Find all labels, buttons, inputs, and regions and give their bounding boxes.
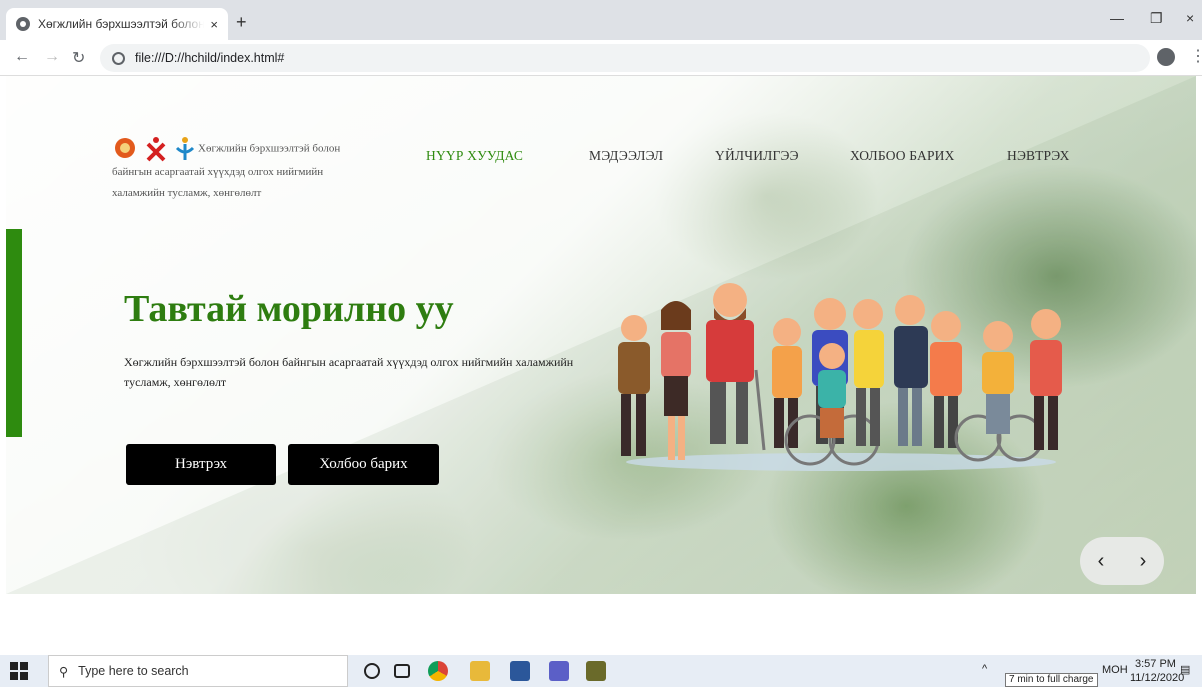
contact-button[interactable]: Холбоо барих (288, 444, 439, 485)
address-bar[interactable]: file:///D://hchild/index.html# (100, 44, 1150, 72)
prev-slide-button[interactable]: ‹ (1098, 550, 1105, 573)
file-explorer-icon[interactable] (470, 661, 490, 681)
nav-home[interactable]: НҮҮР ХУУДАС (426, 148, 523, 164)
menu-icon[interactable]: ⋮ (1190, 46, 1202, 66)
nav-info[interactable]: МЭДЭЭЛЭЛ (589, 148, 663, 164)
url-text: file:///D://hchild/index.html# (135, 51, 285, 65)
hero-subtitle: Хөгжлийн бэрхшээлтэй болон байнгын асарг… (124, 355, 574, 389)
video-editor-icon[interactable] (586, 661, 606, 681)
chrome-icon[interactable] (428, 661, 448, 681)
globe-icon (112, 51, 125, 65)
teams-icon[interactable] (549, 661, 569, 681)
battery-tooltip: 7 min to full charge (1005, 673, 1098, 687)
taskbar-search-input[interactable]: ⚲ Type here to search (48, 655, 348, 687)
tray-chevron-icon[interactable]: ^ (982, 663, 987, 675)
person-blue-icon (175, 137, 195, 160)
forward-arrow-icon[interactable]: → (44, 48, 60, 66)
language-indicator[interactable]: МОН (1102, 664, 1128, 676)
site-logo[interactable]: Хөгжлийн бэрхшээлтэй болон байнгын асарг… (112, 136, 352, 204)
tab-title: Хөгжлийн бэрхшээлтэй болон б (38, 17, 205, 31)
word-icon[interactable] (510, 661, 530, 681)
clock-time[interactable]: 3:57 PM (1135, 658, 1176, 670)
tab-close-button[interactable]: × (210, 17, 218, 32)
hero-title: Тавтай морилно уу (124, 288, 454, 330)
accent-bar (6, 229, 22, 437)
carousel-controls: ‹ › (1080, 537, 1164, 585)
logo-emblems (112, 136, 196, 162)
clock-date[interactable]: 11/12/2020 (1130, 672, 1184, 684)
new-tab-button[interactable]: + (236, 12, 247, 33)
task-view-icon[interactable] (394, 664, 410, 678)
globe-icon (16, 17, 30, 31)
minimize-button[interactable]: — (1110, 10, 1124, 26)
browser-tab-strip: Хөгжлийн бэрхшээлтэй болон б × + — ❐ × (0, 0, 1202, 40)
search-icon: ⚲ (59, 664, 69, 679)
login-button[interactable]: Нэвтрэх (126, 444, 276, 485)
browser-toolbar: ← → ↻ file:///D://hchild/index.html# ⋮ (0, 40, 1202, 76)
window-close-button[interactable]: × (1186, 10, 1194, 26)
nav-services[interactable]: ҮЙЛЧИЛГЭЭ (715, 148, 799, 164)
cortana-icon[interactable] (364, 663, 380, 679)
logo-emblem-icon (115, 138, 135, 158)
people-illustration (618, 283, 1062, 471)
next-slide-button[interactable]: › (1140, 550, 1147, 573)
reload-icon[interactable]: ↻ (72, 48, 85, 68)
notification-icon[interactable]: ▤ (1180, 663, 1190, 676)
back-arrow-icon[interactable]: ← (14, 48, 30, 66)
browser-tab[interactable]: Хөгжлийн бэрхшээлтэй болон б × (6, 8, 228, 40)
restore-button[interactable]: ❐ (1150, 10, 1163, 27)
nav-login[interactable]: НЭВТРЭХ (1007, 148, 1070, 164)
profile-icon[interactable] (1157, 48, 1175, 66)
person-red-icon (146, 137, 166, 162)
nav-contact[interactable]: ХОЛБОО БАРИХ (850, 148, 955, 164)
windows-start-icon[interactable] (10, 662, 28, 680)
